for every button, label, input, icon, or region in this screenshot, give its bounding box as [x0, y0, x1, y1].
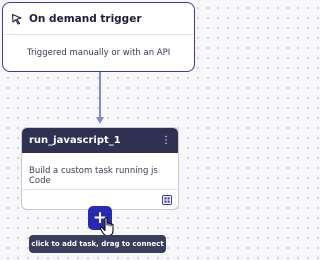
trigger-description: Triggered manually or with an API	[27, 48, 171, 58]
task-node[interactable]: run_javascript_1 ⋮ Build a custom task r…	[21, 127, 179, 210]
task-title: run_javascript_1	[29, 135, 121, 146]
task-description: Build a custom task running js Code	[29, 166, 158, 186]
task-header: run_javascript_1 ⋮	[22, 128, 178, 153]
task-divider	[22, 189, 178, 190]
connector-arrow-icon	[95, 117, 104, 124]
trigger-title: On demand trigger	[29, 12, 142, 25]
trigger-header: On demand trigger	[3, 3, 194, 35]
connector-line[interactable]	[99, 72, 101, 118]
tooltip: click to add task, drag to connect	[29, 235, 166, 253]
grid-icon[interactable]	[162, 195, 172, 205]
trigger-node[interactable]: On demand trigger Triggered manually or …	[2, 2, 195, 72]
cursor-pointer-icon	[11, 13, 22, 25]
more-vertical-icon[interactable]: ⋮	[161, 135, 171, 146]
